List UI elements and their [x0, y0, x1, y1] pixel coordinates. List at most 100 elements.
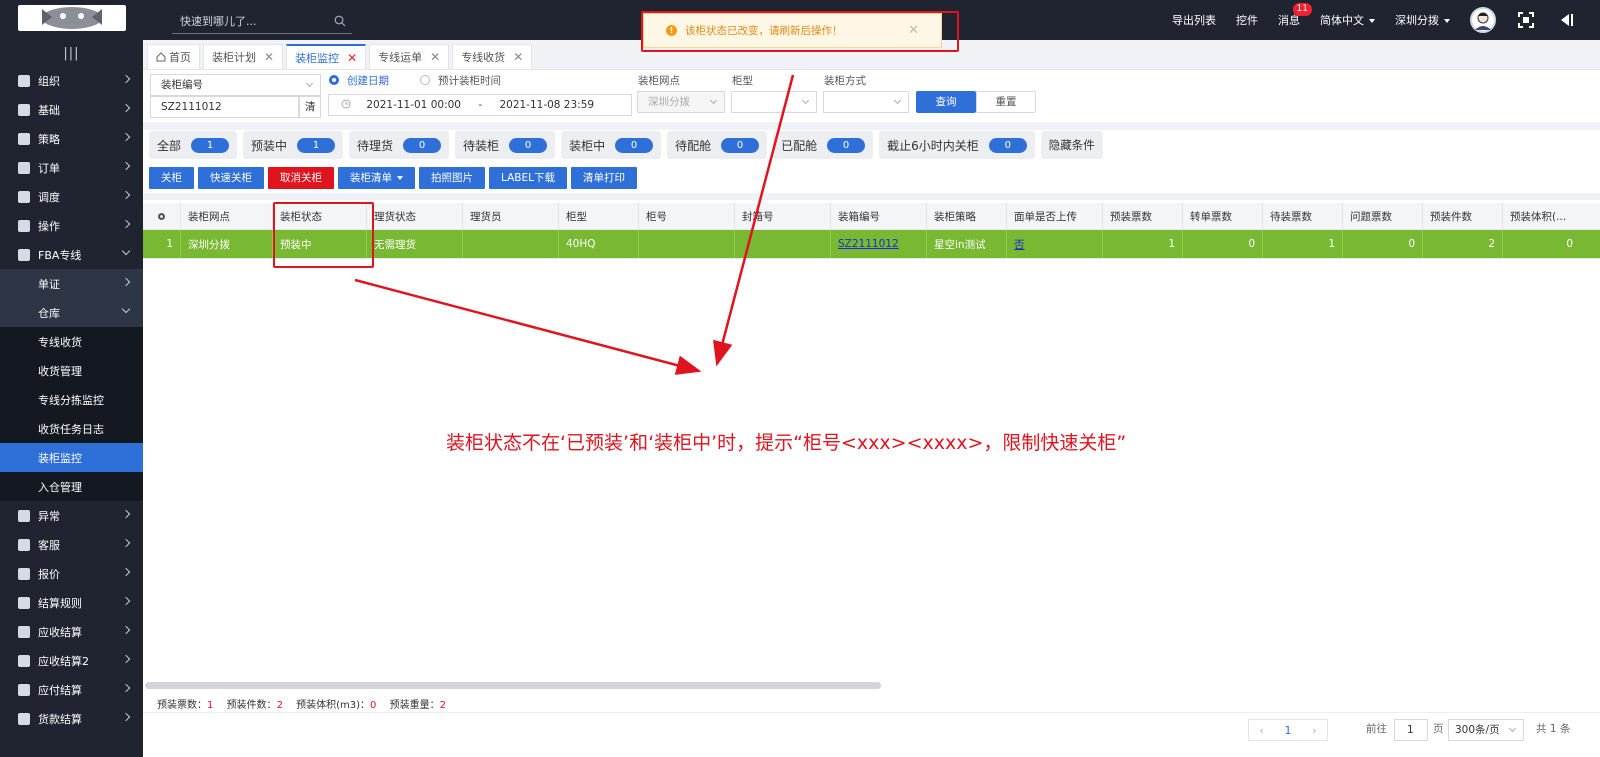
sidebar-item-orders[interactable]: 订单 [0, 153, 143, 182]
search-icon[interactable] [334, 15, 346, 27]
sidebar-item-sorting-monitor[interactable]: 专线分拣监控 [0, 385, 143, 414]
menu-toggle[interactable]: ||| [0, 40, 143, 66]
status-tab-pending-booking[interactable]: 待配舱 0 [667, 131, 768, 159]
sidebar-item-receivables-2[interactable]: 应收结算2 [0, 646, 143, 675]
column-header[interactable]: 预装票数 [1103, 203, 1183, 229]
collapse-panel-icon[interactable] [1558, 12, 1574, 28]
summary-label: 预装件数： [226, 700, 277, 711]
sidebar-item-warehouse[interactable]: 仓库 [0, 298, 143, 327]
sidebar-item-payables[interactable]: 应付结算 [0, 675, 143, 704]
next-page-icon[interactable]: › [1312, 724, 1316, 737]
tab-container-plan[interactable]: 装柜计划 ✕ [203, 44, 284, 69]
quick-close-button[interactable]: 快速关柜 [198, 167, 264, 189]
sidebar-item-settlement-rules[interactable]: 结算规则 [0, 588, 143, 617]
close-icon[interactable]: ✕ [513, 50, 523, 64]
tab-home[interactable]: 首页 [147, 44, 200, 69]
sidebar-item-strategy[interactable]: 策略 [0, 124, 143, 153]
station-select[interactable]: 深圳分拨 [637, 91, 725, 113]
column-header[interactable]: 面单是否上传 [1007, 203, 1103, 229]
photo-button[interactable]: 拍照图片 [419, 167, 485, 189]
alert-icon [18, 509, 30, 522]
page-number[interactable]: 1 [1284, 724, 1291, 737]
status-tab-booked[interactable]: 已配舱 0 [773, 131, 874, 159]
column-header[interactable]: 柜型 [559, 203, 639, 229]
radio-planned-time[interactable]: 预计装柜时间 [420, 73, 501, 88]
status-tab-all[interactable]: 全部 1 [149, 131, 238, 159]
goto-page-input[interactable]: 1 [1394, 719, 1428, 741]
language-dropdown[interactable]: 简体中文 [1320, 12, 1375, 28]
sidebar-item-receiving-log[interactable]: 收货任务日志 [0, 414, 143, 443]
status-tab-preloading[interactable]: 预装中 1 [243, 131, 344, 159]
horizontal-scrollbar[interactable] [145, 682, 881, 689]
column-header[interactable]: 封箱号 [735, 203, 831, 229]
status-tab-pending-tally[interactable]: 待理货 0 [349, 131, 450, 159]
coins-icon [18, 654, 30, 667]
packing-no-link[interactable]: SZ2111012 [838, 238, 899, 250]
status-tab-closing-6h[interactable]: 截止6小时内关柜 0 [879, 131, 1035, 159]
status-tab-loading[interactable]: 装柜中 0 [561, 131, 662, 159]
column-header[interactable]: 预装件数 [1423, 203, 1503, 229]
close-icon[interactable]: ✕ [264, 50, 274, 64]
fullscreen-icon[interactable] [1518, 12, 1534, 28]
close-icon[interactable]: ✕ [347, 51, 357, 65]
column-header[interactable]: 理货员 [463, 203, 559, 229]
status-tab-pending-load[interactable]: 待装柜 0 [455, 131, 556, 159]
reset-button[interactable]: 重置 [976, 91, 1036, 113]
column-header[interactable]: 转单票数 [1183, 203, 1263, 229]
branch-dropdown[interactable]: 深圳分拨 [1395, 12, 1450, 28]
sidebar-item-inbound-mgmt[interactable]: 入仓管理 [0, 472, 143, 501]
label-uploaded-link[interactable]: 否 [1014, 237, 1025, 252]
column-header[interactable]: 待装票数 [1263, 203, 1343, 229]
load-method-select[interactable] [823, 91, 909, 113]
sidebar-item-fba[interactable]: FBA专线 [0, 240, 143, 269]
column-header[interactable]: 装箱编号 [831, 203, 927, 229]
sidebar-item-operations[interactable]: 操作 [0, 211, 143, 240]
user-avatar[interactable] [1470, 7, 1496, 33]
sidebar-item-payments[interactable]: 货款结算 [0, 704, 143, 733]
column-header[interactable]: 柜号 [639, 203, 735, 229]
coins-icon [18, 625, 30, 638]
column-header[interactable]: 理货状态 [367, 203, 463, 229]
loading-list-dropdown[interactable]: 装柜清单 [338, 167, 415, 189]
cancel-close-button[interactable]: 取消关柜 [268, 167, 334, 189]
sidebar-item-documents[interactable]: 单证 [0, 269, 143, 298]
tab-container-monitor[interactable]: 装柜监控 ✕ [286, 44, 367, 69]
page-size-select[interactable]: 300条/页 [1448, 719, 1524, 741]
quick-search-input[interactable]: 快速到哪儿了... [172, 12, 352, 34]
plane-icon [18, 248, 30, 261]
column-settings[interactable] [143, 203, 181, 229]
column-header[interactable]: 装柜策略 [927, 203, 1007, 229]
sidebar-item-exceptions[interactable]: 异常 [0, 501, 143, 530]
prev-page-icon[interactable]: ‹ [1259, 724, 1263, 737]
messages-link[interactable]: 消息 11 [1278, 3, 1312, 28]
date-range-picker[interactable]: 2021-11-01 00:00 - 2021-11-08 23:59 [328, 94, 632, 116]
label-download-button[interactable]: LABEL下载 [489, 167, 567, 189]
column-header[interactable]: 装柜网点 [181, 203, 273, 229]
container-no-input[interactable]: SZ2111012 [150, 96, 299, 118]
container-no-type-select[interactable]: 装柜编号 [150, 74, 321, 96]
radio-off-icon [420, 75, 430, 85]
radio-created-date[interactable]: 创建日期 [329, 73, 389, 88]
cabinet-type-select[interactable] [731, 91, 817, 113]
query-button[interactable]: 查询 [916, 91, 976, 113]
close-container-button[interactable]: 关柜 [149, 167, 194, 189]
clear-button[interactable]: 清 [299, 96, 321, 118]
export-list-link[interactable]: 导出列表 [1172, 12, 1216, 28]
print-list-button[interactable]: 清单打印 [570, 167, 637, 189]
column-header[interactable]: 问题票数 [1343, 203, 1423, 229]
plugin-link[interactable]: 挖件 [1236, 12, 1258, 28]
sidebar-item-service[interactable]: 客服 [0, 530, 143, 559]
sidebar-item-receiving-mgmt[interactable]: 收货管理 [0, 356, 143, 385]
sidebar-item-basic[interactable]: 基础 [0, 95, 143, 124]
tab-line-receiving[interactable]: 专线收货 ✕ [452, 44, 533, 69]
sidebar-item-container-monitor[interactable]: 装柜监控 [0, 443, 143, 472]
sidebar-item-receivables[interactable]: 应收结算 [0, 617, 143, 646]
sidebar-item-line-receiving[interactable]: 专线收货 [0, 327, 143, 356]
hide-conditions-button[interactable]: 隐藏条件 [1040, 131, 1103, 159]
sidebar-item-quotes[interactable]: 报价 [0, 559, 143, 588]
sidebar-item-dispatch[interactable]: 调度 [0, 182, 143, 211]
close-icon[interactable]: ✕ [430, 50, 440, 64]
column-header[interactable]: 预装体积(... [1503, 203, 1580, 229]
sidebar-item-org[interactable]: 组织 [0, 66, 143, 95]
tab-line-waybill[interactable]: 专线运单 ✕ [369, 44, 450, 69]
